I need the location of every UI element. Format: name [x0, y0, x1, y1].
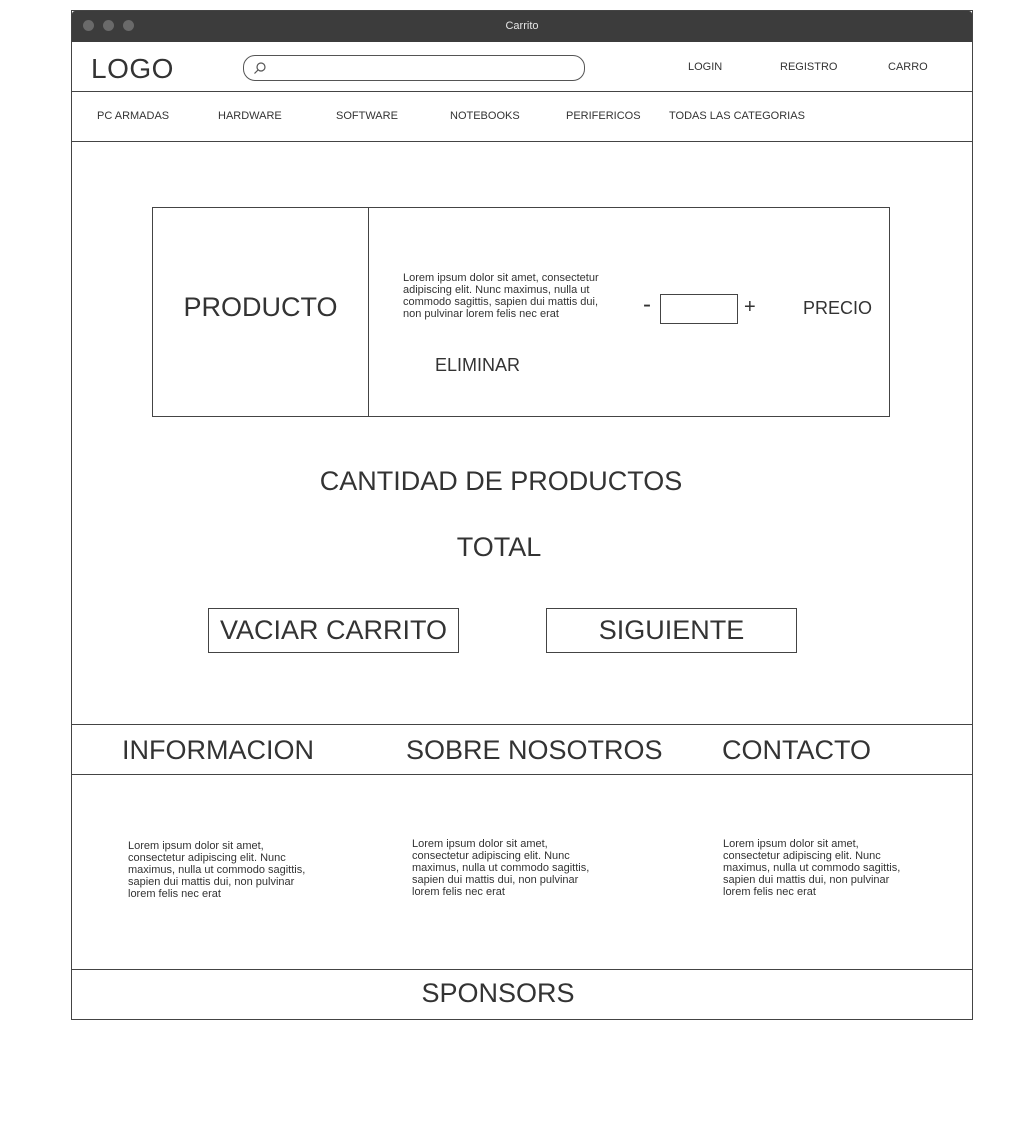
footer-text-contacto: Lorem ipsum dolor sit amet, consectetur … — [723, 838, 901, 898]
nav-item-software[interactable]: SOFTWARE — [336, 110, 398, 122]
search-bar[interactable] — [243, 55, 585, 81]
login-link[interactable]: LOGIN — [688, 61, 722, 73]
remove-item-button[interactable]: ELIMINAR — [435, 355, 520, 376]
product-image-placeholder[interactable]: PRODUCTO — [153, 292, 368, 323]
cart-item-divider — [368, 208, 369, 416]
next-button[interactable]: SIGUIENTE — [546, 608, 797, 653]
nav-item-perifericos[interactable]: PERIFERICOS — [566, 110, 641, 122]
window-titlebar: Carrito — [72, 11, 972, 42]
product-description: Lorem ipsum dolor sit amet, consectetur … — [403, 272, 599, 320]
quantity-input[interactable] — [660, 294, 738, 324]
footer-title-contacto[interactable]: CONTACTO — [722, 735, 871, 766]
footer-text-sobre-nosotros: Lorem ipsum dolor sit amet, consectetur … — [412, 838, 590, 898]
cart-total: TOTAL — [456, 532, 542, 562]
registro-link[interactable]: REGISTRO — [780, 61, 837, 73]
empty-cart-button[interactable]: VACIAR CARRITO — [208, 608, 459, 653]
footer-title-informacion[interactable]: INFORMACION — [122, 735, 314, 766]
header-divider — [72, 91, 972, 92]
nav-item-todas-las-categorias[interactable]: TODAS LAS CATEGORIAS — [669, 110, 805, 122]
carro-link[interactable]: CARRO — [888, 61, 928, 73]
product-price: PRECIO — [803, 298, 873, 318]
footer-top-divider — [72, 724, 972, 725]
footer-text-informacion: Lorem ipsum dolor sit amet, consectetur … — [128, 840, 306, 900]
nav-item-pc-armadas[interactable]: PC ARMADAS — [97, 110, 169, 122]
sponsors-divider — [72, 969, 972, 970]
sponsors-heading: SPONSORS — [421, 978, 575, 1008]
search-input[interactable] — [272, 58, 576, 78]
nav-item-hardware[interactable]: HARDWARE — [218, 110, 282, 122]
nav-divider — [72, 141, 972, 142]
nav-item-notebooks[interactable]: NOTEBOOKS — [450, 110, 520, 122]
site-logo[interactable]: LOGO — [91, 53, 174, 85]
quantity-decrement-button[interactable]: - — [643, 293, 651, 317]
search-icon — [254, 62, 266, 74]
footer-title-sobre-nosotros[interactable]: SOBRE NOSOTROS — [406, 735, 663, 766]
cart-item: PRODUCTO Lorem ipsum dolor sit amet, con… — [152, 207, 890, 417]
product-count: CANTIDAD DE PRODUCTOS — [319, 466, 683, 496]
footer-heading-divider — [72, 774, 972, 775]
browser-window: Carrito LOGO LOGIN REGISTRO CARRO PC ARM… — [71, 10, 973, 1020]
quantity-increment-button[interactable]: + — [744, 297, 756, 317]
window-title: Carrito — [505, 20, 539, 32]
